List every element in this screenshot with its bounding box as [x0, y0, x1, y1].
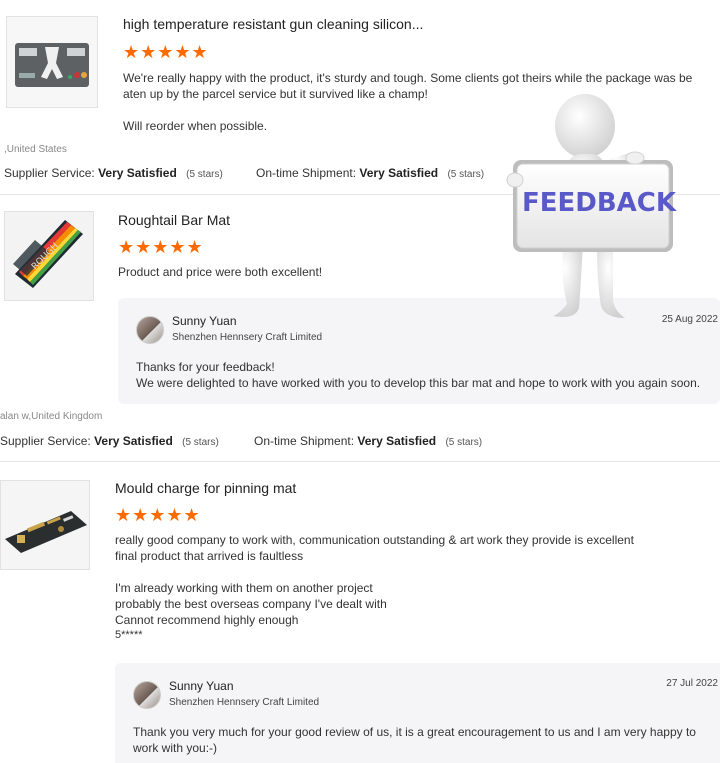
reply-text: Thank you very much for your good review… [133, 724, 696, 756]
review-line: I'm already working with them on another… [115, 581, 373, 595]
reply-line: work with you:-) [133, 741, 218, 755]
review-line: really good company to work with, commun… [115, 533, 634, 547]
supplier-reply: Sunny Yuan Shenzhen Hennsery Craft Limit… [115, 663, 720, 763]
reply-date: 27 Jul 2022 [666, 678, 718, 689]
rating-stars: ★★★★★ [115, 505, 201, 525]
reply-author: Sunny Yuan [169, 679, 234, 693]
pinning-mat-image [1, 481, 89, 569]
product-title[interactable]: Mould charge for pinning mat [115, 480, 296, 496]
avatar [133, 681, 161, 709]
product-thumbnail[interactable] [0, 480, 90, 570]
review-line: probably the best overseas company I've … [115, 597, 387, 611]
review-text: really good company to work with, commun… [115, 532, 715, 642]
reply-line: Thank you very much for your good review… [133, 725, 696, 739]
feedback-figure: FEEDBACK [505, 92, 695, 327]
feedback-label: FEEDBACK [522, 188, 677, 218]
reply-company: Shenzhen Hennsery Craft Limited [169, 697, 320, 708]
review-line: 5***** [115, 629, 143, 641]
review-line: final product that arrived is faultless [115, 549, 304, 563]
review-line: Cannot recommend highly enough [115, 613, 299, 627]
